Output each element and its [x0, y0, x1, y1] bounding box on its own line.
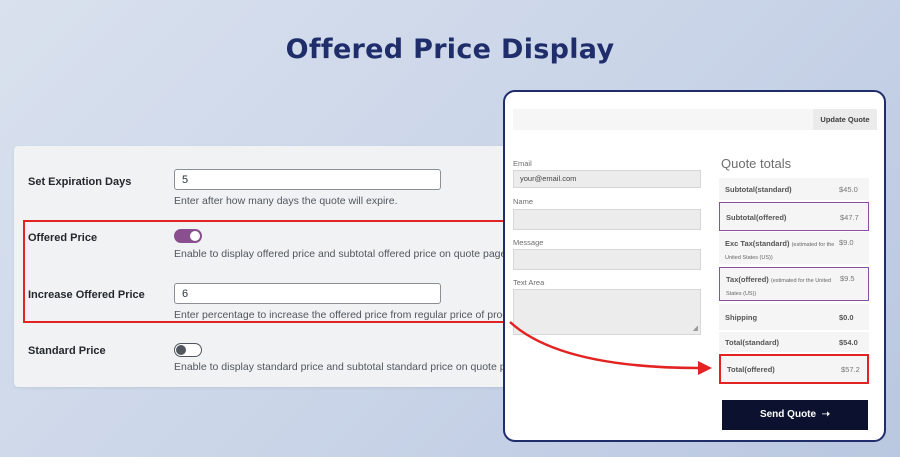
update-quote-button[interactable]: Update Quote — [813, 109, 877, 130]
expiration-days-desc: Enter after how many days the quote will… — [174, 195, 398, 207]
page-title: Offered Price Display — [285, 34, 615, 65]
totals-value: $45.0 — [839, 185, 858, 194]
textarea-field[interactable]: ◢ — [513, 289, 701, 335]
send-quote-label: Send Quote — [759, 409, 817, 420]
totals-row: Total(standard) $54.0 — [719, 332, 869, 352]
totals-value: $9.5 — [840, 274, 855, 283]
name-field[interactable] — [513, 209, 701, 230]
totals-label: Exc Tax(standard) (estimated for the Uni… — [725, 239, 835, 261]
totals-row: Exc Tax(standard) (estimated for the Uni… — [719, 232, 869, 264]
send-quote-button[interactable]: Send Quote ➝ — [722, 400, 868, 430]
email-field[interactable]: your@email.com — [513, 170, 701, 188]
totals-row: Subtotal(standard) $45.0 — [719, 178, 869, 200]
standard-price-toggle[interactable] — [174, 343, 202, 357]
arrow-right-icon: ➝ — [818, 409, 831, 420]
totals-label: Subtotal(standard) — [725, 185, 792, 194]
totals-value: $0.0 — [839, 313, 854, 322]
totals-row: Subtotal(offered) $47.7 — [719, 202, 869, 231]
toggle-knob — [176, 345, 186, 355]
update-bar: Update Quote — [513, 109, 877, 130]
totals-label: Shipping — [725, 313, 758, 322]
standard-price-desc: Enable to display standard price and sub… — [174, 361, 524, 373]
name-label: Name — [513, 197, 534, 206]
email-label: Email — [513, 159, 532, 168]
expiration-days-label: Set Expiration Days — [28, 176, 132, 188]
totals-row: Total(offered) $57.2 — [719, 354, 869, 384]
totals-row: Shipping $0.0 — [719, 304, 869, 330]
expiration-days-input[interactable] — [174, 169, 441, 190]
message-field[interactable] — [513, 249, 701, 270]
message-label: Message — [513, 238, 544, 247]
totals-value: $54.0 — [839, 338, 858, 347]
totals-label: Total(offered) — [727, 365, 775, 374]
resize-grip-icon[interactable]: ◢ — [693, 324, 698, 332]
offered-price-highlight — [23, 220, 510, 323]
standard-price-label: Standard Price — [28, 345, 106, 357]
totals-label: Subtotal(offered) — [726, 213, 787, 222]
textarea-label: Text Area — [513, 278, 545, 287]
quote-card: Update Quote Email your@email.com Name M… — [503, 90, 886, 442]
totals-value: $47.7 — [840, 213, 859, 222]
totals-value: $57.2 — [841, 365, 860, 374]
totals-label: Tax(offered) (estimated for the United S… — [726, 275, 832, 297]
totals-row: Tax(offered) (estimated for the United S… — [719, 267, 869, 301]
quote-totals-title: Quote totals — [721, 156, 792, 171]
totals-label: Total(standard) — [725, 338, 780, 347]
totals-value: $9.0 — [839, 238, 854, 247]
